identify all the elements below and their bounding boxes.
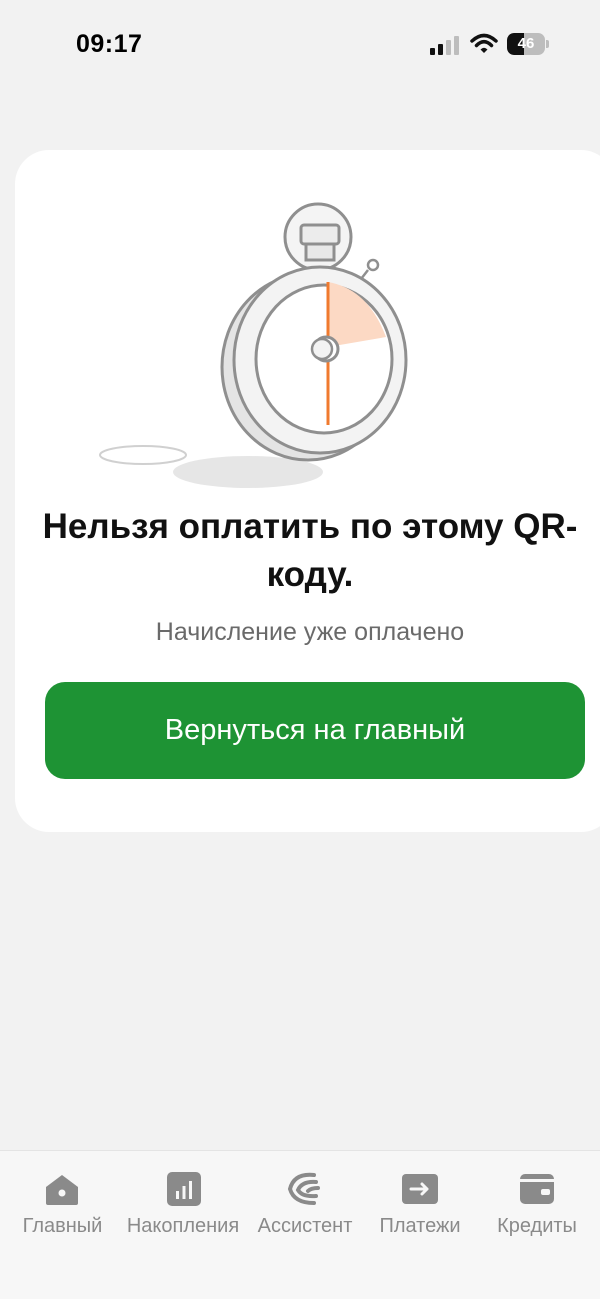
tab-credits-label: Кредиты [497, 1215, 577, 1237]
error-subtitle: Начисление уже оплачено [155, 618, 465, 646]
tab-payments-label: Платежи [379, 1215, 461, 1237]
wallet-icon [520, 1174, 554, 1204]
payments-arrow-icon [402, 1174, 438, 1204]
status-bar: 09:17 46 [0, 0, 600, 90]
assistant-icon [287, 1172, 320, 1205]
tab-assistant[interactable]: Ассистент [250, 1151, 360, 1271]
tab-assistant-label: Ассистент [257, 1215, 353, 1237]
battery-icon: 46 [507, 33, 549, 55]
error-title-line-2: коду. [266, 555, 354, 594]
cellular-signal-icon [430, 36, 459, 55]
savings-chart-icon [167, 1172, 201, 1206]
tab-home-label: Главный [22, 1215, 103, 1237]
home-icon [46, 1175, 78, 1205]
error-title-line-1: Нельзя оплатить по этому QR- [42, 507, 578, 546]
stopwatch-illustration [99, 202, 408, 488]
battery-level: 46 [517, 35, 535, 52]
error-title: Нельзя оплатить по этому QR- коду. [25, 503, 595, 599]
wifi-icon [470, 33, 498, 53]
tab-savings-label: Накопления [126, 1215, 240, 1237]
error-card: Нельзя оплатить по этому QR- коду. Начис… [15, 150, 600, 832]
status-time: 09:17 [76, 30, 143, 58]
bottom-tab-bar: Главный Накопления Ассистент Платежи Кре… [0, 1150, 600, 1299]
tab-credits[interactable]: Кредиты [488, 1151, 586, 1271]
tab-payments[interactable]: Платежи [370, 1151, 470, 1271]
tab-savings[interactable]: Накопления [118, 1151, 248, 1271]
return-home-button[interactable]: Вернуться на главный [45, 682, 585, 779]
tab-home[interactable]: Главный [15, 1151, 110, 1271]
